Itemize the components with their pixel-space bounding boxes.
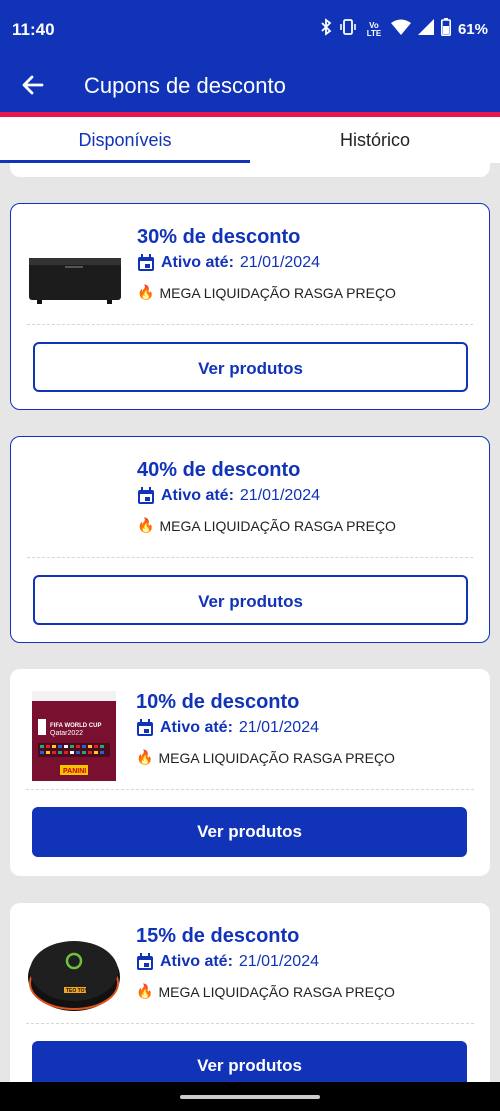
coupon-card-previous <box>10 163 490 177</box>
back-button[interactable] <box>18 70 48 100</box>
active-label: Ativo até: <box>160 719 233 736</box>
system-nav-bar <box>0 1082 500 1111</box>
campaign-label: MEGA LIQUIDAÇÃO RASGA PREÇO <box>158 749 395 766</box>
signal-icon <box>417 19 434 40</box>
panini-logo-text: PANINI <box>63 768 86 775</box>
home-gesture-handle[interactable] <box>180 1095 320 1099</box>
fire-icon: 🔥 <box>137 284 155 300</box>
status-bar: 11:40 Vo LTE 61% <box>0 0 500 60</box>
app-bar: Cupons de desconto <box>0 60 500 112</box>
calendar-icon <box>137 953 153 970</box>
status-icons: Vo LTE 61% <box>320 18 488 41</box>
campaign-row: 🔥 MEGA LIQUIDAÇÃO RASGA PREÇO <box>136 983 395 1000</box>
discount-title: 15% de desconto <box>136 925 300 947</box>
album-subtitle-text: Qatar2022 <box>50 730 83 737</box>
campaign-row: 🔥 MEGA LIQUIDAÇÃO RASGA PREÇO <box>137 284 396 301</box>
coupon-card: TEO TOY 15% de desconto Ativo até: 21/01… <box>10 903 490 1110</box>
discount-title: 40% de desconto <box>137 459 301 481</box>
product-image-sticker-album: FIFA WORLD CUP Qatar2022 PANINI <box>32 691 116 781</box>
tab-disponiveis[interactable]: Disponíveis <box>0 117 250 163</box>
coupon-card: 40% de desconto Ativo até: 21/01/2024 🔥 … <box>10 436 490 643</box>
coupon-card: FIFA WORLD CUP Qatar2022 PANINI 10% de d… <box>10 669 490 876</box>
calendar-icon <box>138 254 154 271</box>
vibrate-icon <box>339 18 357 41</box>
fire-icon: 🔥 <box>136 983 154 999</box>
arrow-left-icon <box>22 75 44 95</box>
divider <box>27 557 473 558</box>
active-date: 21/01/2024 <box>238 953 319 970</box>
bluetooth-icon <box>320 18 332 41</box>
active-date: 21/01/2024 <box>239 254 320 271</box>
divider <box>26 789 474 790</box>
status-time: 11:40 <box>12 20 55 39</box>
tab-historico[interactable]: Histórico <box>250 117 500 163</box>
campaign-label: MEGA LIQUIDAÇÃO RASGA PREÇO <box>159 284 396 301</box>
coupon-card: 30% de desconto Ativo até: 21/01/2024 🔥 … <box>10 203 490 410</box>
ver-produtos-button[interactable]: Ver produtos <box>32 807 467 857</box>
ver-produtos-button[interactable]: Ver produtos <box>33 342 468 392</box>
battery-percent: 61% <box>457 21 488 38</box>
product-image-tv-box: TEO TOY <box>26 923 122 1019</box>
active-label: Ativo até: <box>161 254 234 271</box>
album-title-text: FIFA WORLD CUP <box>50 723 101 729</box>
discount-title: 10% de desconto <box>136 691 300 713</box>
active-date: 21/01/2024 <box>239 487 320 504</box>
volte-icon: Vo LTE <box>366 20 382 38</box>
active-label: Ativo até: <box>161 487 234 504</box>
active-label: Ativo até: <box>160 953 233 970</box>
divider <box>27 324 473 325</box>
calendar-icon <box>137 719 153 736</box>
campaign-label: MEGA LIQUIDAÇÃO RASGA PREÇO <box>159 517 396 534</box>
tv-box-logo-text: TEO TOY <box>66 988 89 994</box>
page-title: Cupons de desconto <box>84 73 286 98</box>
campaign-label: MEGA LIQUIDAÇÃO RASGA PREÇO <box>158 983 395 1000</box>
divider <box>26 1023 474 1024</box>
campaign-row: 🔥 MEGA LIQUIDAÇÃO RASGA PREÇO <box>137 517 396 534</box>
calendar-icon <box>138 487 154 504</box>
wifi-icon <box>390 19 411 40</box>
ver-produtos-button[interactable]: Ver produtos <box>33 575 468 625</box>
active-until: Ativo até: 21/01/2024 <box>137 487 320 505</box>
campaign-row: 🔥 MEGA LIQUIDAÇÃO RASGA PREÇO <box>136 749 395 766</box>
active-until: Ativo até: 21/01/2024 <box>136 953 319 971</box>
product-image-projector <box>27 224 123 320</box>
battery-icon <box>440 18 451 41</box>
active-until: Ativo até: 21/01/2024 <box>137 254 320 272</box>
tab-bar: Disponíveis Histórico <box>0 117 500 163</box>
fire-icon: 🔥 <box>137 517 155 533</box>
fire-icon: 🔥 <box>136 749 154 765</box>
active-date: 21/01/2024 <box>238 719 319 736</box>
active-until: Ativo até: 21/01/2024 <box>136 719 319 737</box>
discount-title: 30% de desconto <box>137 226 301 248</box>
